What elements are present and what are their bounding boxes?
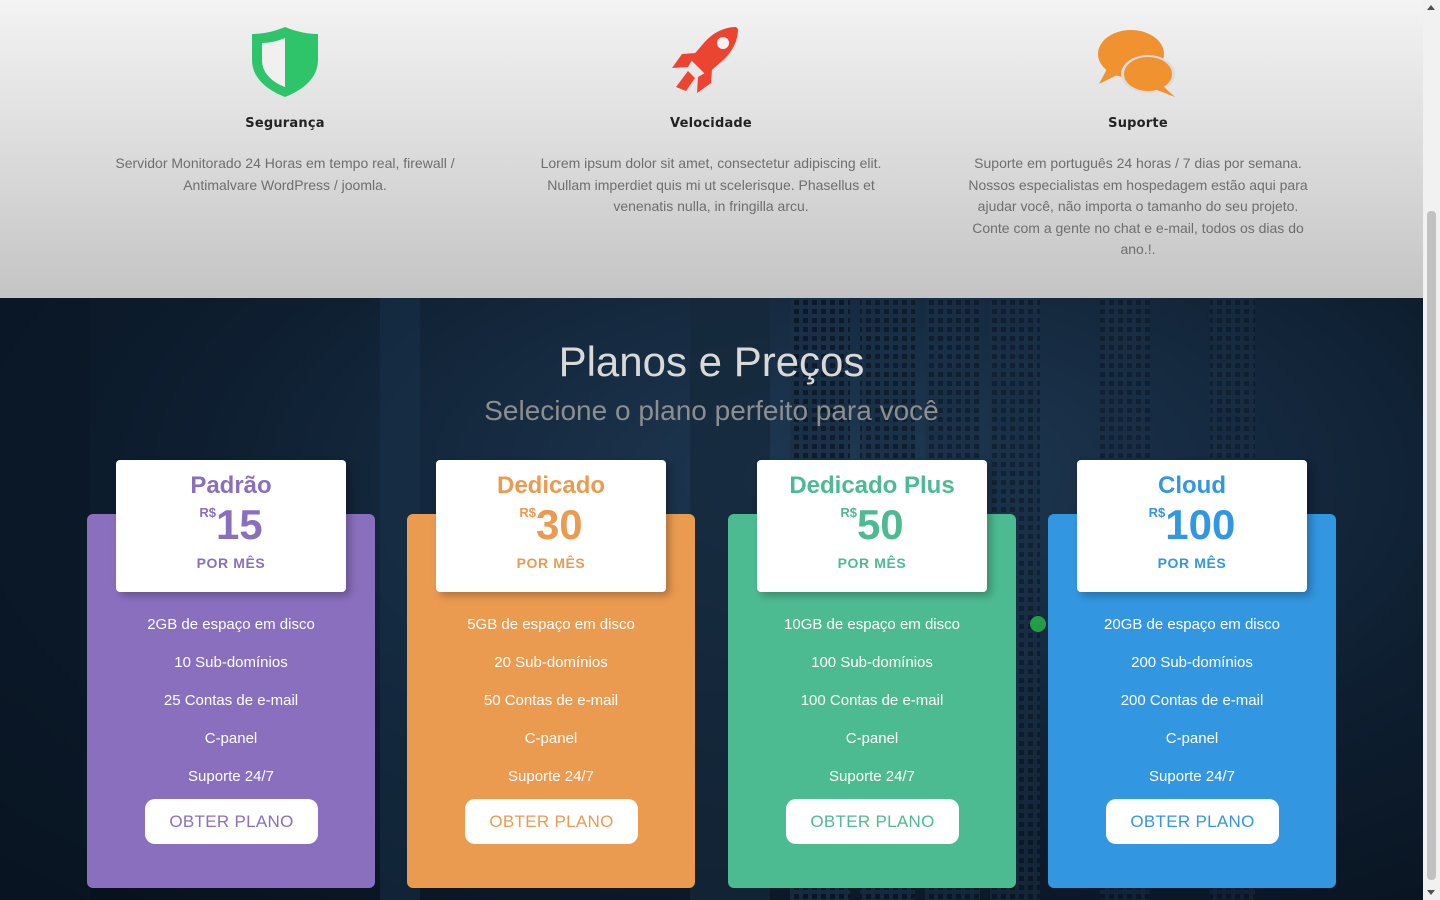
scroll-up-arrow-icon[interactable] <box>1427 5 1435 10</box>
rocket-icon <box>672 27 738 93</box>
plan-period: POR MÊS <box>837 555 907 571</box>
plan-name: Dedicado Plus <box>789 472 955 499</box>
scroll-down-arrow-icon[interactable] <box>1427 890 1435 895</box>
plan-header: Cloud R$100 POR MÊS <box>1077 460 1307 592</box>
plan-amount: 50 <box>856 501 904 548</box>
plan-period: POR MÊS <box>196 555 266 571</box>
plan-feature: 10 Sub-domínios <box>174 654 288 671</box>
plan-header: Padrão R$15 POR MÊS <box>116 460 346 592</box>
plan-feature: 25 Contas de e-mail <box>163 692 299 709</box>
plan-features: 5GB de espaço em disco 20 Sub-domínios 5… <box>407 614 695 804</box>
get-plan-button-dedicado[interactable]: OBTER PLANO <box>465 799 638 844</box>
plan-features: 20GB de espaço em disco 200 Sub-domínios… <box>1048 614 1336 804</box>
plan-price: R$15 <box>116 502 346 552</box>
page-scrollbar[interactable] <box>1423 0 1440 900</box>
get-plan-button-cloud[interactable]: OBTER PLANO <box>1106 799 1279 844</box>
plan-feature: 5GB de espaço em disco <box>467 616 635 633</box>
feature-description: Suporte em português 24 horas / 7 dias p… <box>968 155 1308 257</box>
plan-features: 10GB de espaço em disco 100 Sub-domínios… <box>728 614 1016 804</box>
plan-feature: 50 Contas de e-mail <box>483 692 619 709</box>
plan-feature: 20 Sub-domínios <box>494 654 608 671</box>
feature-title: Velocidade <box>670 116 752 131</box>
plan-name: Cloud <box>1158 472 1226 499</box>
feature-title: Suporte <box>1108 116 1168 131</box>
feature-seguranca: Segurança Servidor Monitorado 24 Horas e… <box>105 0 465 196</box>
plan-feature: 200 Sub-domínios <box>1131 654 1253 671</box>
chat-bubbles-icon <box>1098 30 1175 97</box>
plan-amount: 100 <box>1165 501 1236 548</box>
plan-amount: 15 <box>215 501 263 548</box>
plan-feature: 2GB de espaço em disco <box>147 616 315 633</box>
plan-currency: R$ <box>199 505 216 520</box>
plan-currency: R$ <box>1148 505 1166 520</box>
plan-price: R$30 <box>436 502 666 552</box>
plan-feature: C-panel <box>845 730 899 747</box>
plan-period: POR MÊS <box>1157 555 1227 571</box>
plan-header: Dedicado R$30 POR MÊS <box>436 460 666 592</box>
get-plan-button-dedicado-plus[interactable]: OBTER PLANO <box>786 799 959 844</box>
plan-currency: R$ <box>840 505 857 520</box>
pricing-title: Planos e Preços <box>558 338 865 385</box>
feature-velocidade: Velocidade Lorem ipsum dolor sit amet, c… <box>531 0 891 218</box>
plan-features: 2GB de espaço em disco 10 Sub-domínios 2… <box>87 614 375 804</box>
plan-feature: 20GB de espaço em disco <box>1104 616 1280 633</box>
plan-feature: 100 Sub-domínios <box>811 654 933 671</box>
plan-card-padrao: Padrão R$15 POR MÊS 2GB de espaço em dis… <box>87 460 375 888</box>
plan-amount: 30 <box>535 501 583 548</box>
pricing-subtitle: Selecione o plano perfeito para você <box>484 395 939 426</box>
scrollbar-thumb[interactable] <box>1427 211 1436 880</box>
plan-period: POR MÊS <box>516 555 586 571</box>
plan-price: R$100 <box>1077 502 1307 552</box>
feature-suporte: Suporte Suporte em português 24 horas / … <box>958 0 1318 261</box>
plan-feature: C-panel <box>1165 730 1219 747</box>
feature-title: Segurança <box>245 116 325 131</box>
plan-feature: 200 Contas de e-mail <box>1120 692 1264 709</box>
plan-price: R$50 <box>757 502 987 552</box>
plan-card-dedicado: Dedicado R$30 POR MÊS 5GB de espaço em d… <box>407 460 695 888</box>
plan-feature: C-panel <box>204 730 258 747</box>
shield-icon <box>252 27 318 97</box>
plan-card-dedicado-plus: Dedicado Plus R$50 POR MÊS 10GB de espaç… <box>728 460 1016 888</box>
plan-feature: 10GB de espaço em disco <box>784 616 960 633</box>
plan-currency: R$ <box>519 505 536 520</box>
get-plan-button-padrao[interactable]: OBTER PLANO <box>145 799 318 844</box>
plan-feature: C-panel <box>524 730 578 747</box>
plan-card-cloud: Cloud R$100 POR MÊS 20GB de espaço em di… <box>1048 460 1336 888</box>
plan-feature: 100 Contas de e-mail <box>800 692 944 709</box>
feature-description: Servidor Monitorado 24 Horas em tempo re… <box>115 155 455 193</box>
feature-description: Lorem ipsum dolor sit amet, consectetur … <box>540 155 882 214</box>
plan-name: Dedicado <box>496 472 606 499</box>
pricing-section: Planos e Preços Selecione o plano perfei… <box>0 298 1423 900</box>
plan-name: Padrão <box>190 472 272 499</box>
features-section: Segurança Servidor Monitorado 24 Horas e… <box>0 0 1423 298</box>
plan-header: Dedicado Plus R$50 POR MÊS <box>757 460 987 592</box>
